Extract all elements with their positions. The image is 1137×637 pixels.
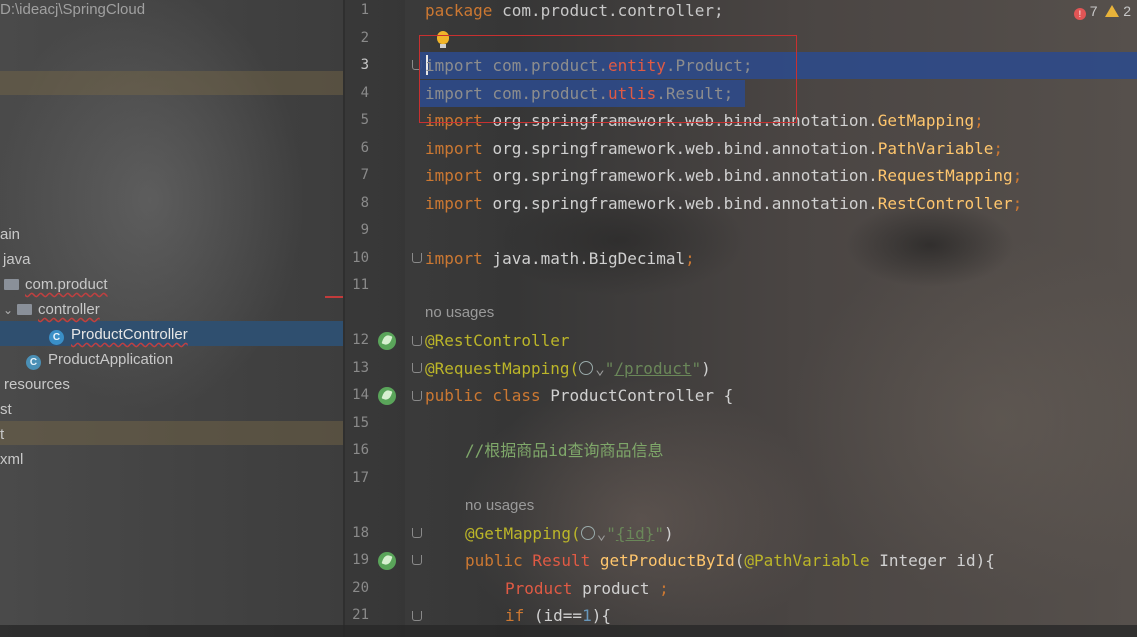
tree-item-main[interactable]: ain [0,222,20,247]
globe-icon[interactable] [579,361,594,375]
line-number: 3 [360,57,369,73]
line-number: 14 [352,387,369,403]
tree-item-test[interactable]: st [0,397,12,422]
line-number: 2 [360,30,369,46]
line-number: 1 [360,2,369,18]
fold-icon[interactable] [412,253,422,263]
line-number: 20 [352,580,369,596]
tree-item-java[interactable]: java [3,247,31,272]
line-number: 9 [360,222,369,238]
tree-item-label: st [0,401,12,418]
error-count: 7 [1089,3,1098,19]
highlighted-row [0,421,343,445]
warning-icon [1105,5,1120,17]
tree-item-resources[interactable]: resources [4,372,70,397]
project-path: D:\ideacj\SpringCloud [0,1,146,18]
highlighted-row [0,71,343,95]
project-tool-window: D:\ideacj\SpringCloud ain java com.produ… [0,0,343,637]
code-line-16[interactable]: //根据商品id查询商品信息 [465,437,664,464]
tree-item-label: ain [0,226,21,243]
tree-item-label: ProductController [71,326,188,343]
line-number: 6 [360,140,369,156]
tree-item-label: xml [0,451,24,468]
code-line-20[interactable]: Product product ; [505,575,669,602]
code-line-8[interactable]: import org.springframework.web.bind.anno… [425,190,1022,217]
code-line-13[interactable]: @RequestMapping(⌄"/product") [425,355,711,382]
code-line-10[interactable]: import java.math.BigDecimal; [425,245,695,272]
spring-bean-icon[interactable] [378,332,396,350]
tree-item-com-product[interactable]: com.product [4,272,108,297]
line-number: 12 [352,332,369,348]
tree-item-pom-xml[interactable]: xml [0,447,23,472]
error-stripe-mark [325,296,343,298]
fold-icon[interactable] [412,363,422,373]
tree-item-controller[interactable]: ⌄ controller [3,297,100,322]
tree-item-label: controller [38,301,100,318]
line-number: 4 [360,85,369,101]
folder-icon [17,304,32,315]
line-number: 13 [352,360,369,376]
code-line-19[interactable]: public Result getProductById(@PathVariab… [465,547,995,574]
code-line-1[interactable]: package com.product.controller; [425,0,724,24]
line-number: 8 [360,195,369,211]
code-line-14[interactable]: public class ProductController { [425,382,733,409]
line-number: 10 [352,250,369,266]
spring-boot-class-icon: C [26,355,41,370]
spring-bean-icon[interactable] [378,387,396,405]
warning-count: 2 [1123,3,1131,19]
line-number: 7 [360,167,369,183]
fold-icon[interactable] [412,391,422,401]
tree-item-label: t [0,426,5,443]
tree-item-label: com.product [25,276,108,293]
tree-item-productapplication[interactable]: C ProductApplication [26,347,173,372]
line-number: 11 [352,277,369,293]
code-line-18[interactable]: @GetMapping(⌄"{id}") [465,520,674,547]
line-number: 15 [352,415,369,431]
line-number: 17 [352,470,369,486]
fold-icon[interactable] [412,336,422,346]
tree-item-productcontroller[interactable]: C ProductController [49,322,188,347]
tree-item-label: resources [4,376,70,393]
usages-hint[interactable]: no usages [425,304,494,321]
annotation-highlight-box [419,35,797,123]
fold-icon[interactable] [412,528,422,538]
line-number: 16 [352,442,369,458]
tree-item-label: java [3,251,31,268]
code-line-6[interactable]: import org.springframework.web.bind.anno… [425,135,1003,162]
class-icon: C [49,330,64,345]
error-icon: ! [1073,8,1086,20]
chevron-down-icon[interactable]: ⌄ [3,298,17,323]
tree-item-target[interactable]: t [0,422,4,447]
tree-item-label: ProductApplication [48,351,174,368]
fold-icon[interactable] [412,555,422,565]
code-line-7[interactable]: import org.springframework.web.bind.anno… [425,162,1022,189]
spring-endpoint-icon[interactable] [378,552,396,570]
code-line-12[interactable]: @RestController [425,327,570,354]
folder-icon [4,279,19,290]
globe-icon[interactable] [580,526,595,540]
line-number: 18 [352,525,369,541]
status-strip [0,625,1137,637]
problems-indicator[interactable]: ! 7 2 [1073,3,1131,20]
fold-icon[interactable] [412,611,422,621]
usages-hint[interactable]: no usages [465,497,534,514]
line-number: 5 [360,112,369,128]
line-number: 19 [352,552,369,568]
